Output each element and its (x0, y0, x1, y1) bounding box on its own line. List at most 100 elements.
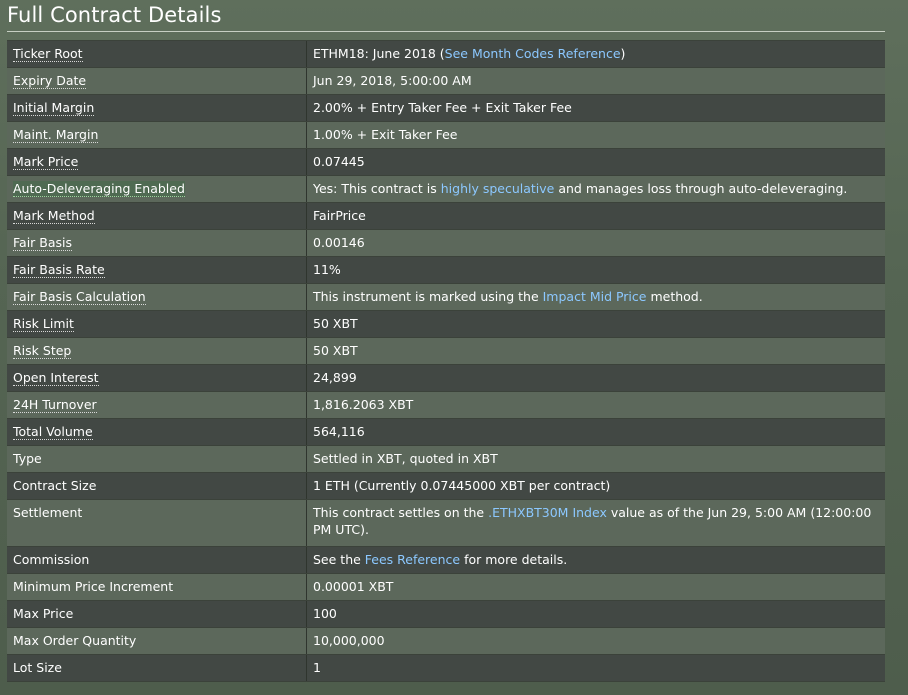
value-text-suffix: for more details. (460, 552, 568, 567)
row-label[interactable]: Fair Basis Calculation (13, 289, 146, 305)
settlement-index-link[interactable]: .ETHXBT30M Index (488, 505, 607, 520)
row-label[interactable]: Risk Step (13, 343, 72, 359)
row-label[interactable]: Maint. Margin (13, 127, 99, 143)
table-row: Total Volume 564,116 (7, 419, 885, 446)
row-label[interactable]: 24H Turnover (13, 397, 97, 413)
contract-details-table: Ticker Root ETHM18: June 2018 (See Month… (7, 40, 885, 682)
row-label-cell: Auto-Deleveraging Enabled (7, 176, 307, 202)
row-label: Contract Size (7, 473, 307, 499)
row-value: 1.00% + Exit Taker Fee (313, 127, 458, 142)
impact-mid-price-link[interactable]: Impact Mid Price (543, 289, 647, 304)
row-label-cell: Fair Basis Calculation (7, 284, 307, 310)
row-value: 10,000,000 (313, 633, 385, 648)
row-value: This instrument is marked using the Impa… (307, 284, 885, 310)
table-row: 24H Turnover 1,816.2063 XBT (7, 392, 885, 419)
row-label-cell: Risk Step (7, 338, 307, 364)
row-label[interactable]: Fair Basis Rate (13, 262, 105, 278)
table-row: Contract Size 1 ETH (Currently 0.0744500… (7, 473, 885, 500)
row-value: ETHM18: June 2018 (See Month Codes Refer… (307, 41, 885, 67)
table-row: Risk Step 50 XBT (7, 338, 885, 365)
row-label[interactable]: Mark Method (13, 208, 95, 224)
value-text: ETHM18: June 2018 ( (313, 46, 445, 61)
row-value: 2.00% + Entry Taker Fee + Exit Taker Fee (313, 100, 572, 115)
row-label-cell: Mark Method (7, 203, 307, 229)
row-label: Minimum Price Increment (7, 574, 307, 600)
table-row: Max Price 100 (7, 601, 885, 628)
value-text: Yes: This contract is (313, 181, 441, 196)
row-label-cell: Risk Limit (7, 311, 307, 337)
row-value: 0.00146 (313, 235, 365, 250)
row-label[interactable]: Expiry Date (13, 73, 87, 89)
table-row: Fair Basis Calculation This instrument i… (7, 284, 885, 311)
row-label-cell: Expiry Date (7, 68, 307, 94)
row-value: 50 XBT (313, 343, 358, 358)
row-label: Lot Size (7, 655, 307, 681)
table-row: Type Settled in XBT, quoted in XBT (7, 446, 885, 473)
row-label-cell: Maint. Margin (7, 122, 307, 148)
table-row: Expiry Date Jun 29, 2018, 5:00:00 AM (7, 68, 885, 95)
table-row: Max Order Quantity 10,000,000 (7, 628, 885, 655)
table-row: Settlement This contract settles on the … (7, 500, 885, 547)
page-title: Full Contract Details (7, 3, 222, 27)
row-label[interactable]: Ticker Root (13, 46, 83, 62)
row-label[interactable]: Open Interest (13, 370, 99, 386)
table-row: Fair Basis Rate 11% (7, 257, 885, 284)
row-label[interactable]: Total Volume (13, 424, 93, 440)
table-row: Ticker Root ETHM18: June 2018 (See Month… (7, 41, 885, 68)
row-value: 24,899 (313, 370, 357, 385)
row-label[interactable]: Mark Price (13, 154, 79, 170)
row-value: 1 ETH (Currently 0.07445000 XBT per cont… (313, 478, 611, 493)
highly-speculative-link[interactable]: highly speculative (441, 181, 555, 196)
row-label[interactable]: Auto-Deleveraging Enabled (13, 181, 185, 197)
row-label-cell: Ticker Root (7, 41, 307, 67)
row-value: 1 (313, 660, 321, 675)
table-row: Mark Method FairPrice (7, 203, 885, 230)
row-value: 0.07445 (313, 154, 365, 169)
row-label: Max Price (7, 601, 307, 627)
row-value: Jun 29, 2018, 5:00:00 AM (313, 73, 472, 88)
row-value: 50 XBT (313, 316, 358, 331)
row-label: Settlement (7, 500, 307, 546)
table-row: Lot Size 1 (7, 655, 885, 682)
table-row: Initial Margin 2.00% + Entry Taker Fee +… (7, 95, 885, 122)
value-text-suffix: and manages loss through auto-deleveragi… (554, 181, 848, 196)
table-row: Auto-Deleveraging Enabled Yes: This cont… (7, 176, 885, 203)
value-text: This instrument is marked using the (313, 289, 543, 304)
row-label-cell: 24H Turnover (7, 392, 307, 418)
fees-reference-link[interactable]: Fees Reference (365, 552, 460, 567)
row-value: Yes: This contract is highly speculative… (307, 176, 885, 202)
row-value: 564,116 (313, 424, 365, 439)
row-value: Settled in XBT, quoted in XBT (313, 451, 498, 466)
table-row: Minimum Price Increment 0.00001 XBT (7, 574, 885, 601)
row-label-cell: Fair Basis (7, 230, 307, 256)
row-label: Max Order Quantity (7, 628, 307, 654)
row-label: Commission (7, 547, 307, 573)
row-value: See the Fees Reference for more details. (307, 547, 885, 573)
row-label: Type (7, 446, 307, 472)
table-row: Risk Limit 50 XBT (7, 311, 885, 338)
row-label[interactable]: Risk Limit (13, 316, 74, 332)
row-value: 100 (313, 606, 337, 621)
value-text: See the (313, 552, 365, 567)
row-value: 0.00001 XBT (313, 579, 394, 594)
month-codes-link[interactable]: See Month Codes Reference (445, 46, 621, 61)
table-row: Mark Price 0.07445 (7, 149, 885, 176)
row-value: 11% (313, 262, 341, 277)
row-label[interactable]: Initial Margin (13, 100, 95, 116)
title-divider (7, 31, 885, 32)
row-value: FairPrice (313, 208, 366, 223)
row-label[interactable]: Fair Basis (13, 235, 73, 251)
row-label-cell: Open Interest (7, 365, 307, 391)
table-row: Open Interest 24,899 (7, 365, 885, 392)
row-label-cell: Fair Basis Rate (7, 257, 307, 283)
row-label-cell: Mark Price (7, 149, 307, 175)
row-value: This contract settles on the .ETHXBT30M … (307, 500, 885, 546)
value-text-suffix: ) (620, 46, 626, 61)
row-label-cell: Total Volume (7, 419, 307, 445)
row-label-cell: Initial Margin (7, 95, 307, 121)
value-text: This contract settles on the (313, 505, 489, 520)
table-row: Maint. Margin 1.00% + Exit Taker Fee (7, 122, 885, 149)
table-row: Fair Basis 0.00146 (7, 230, 885, 257)
row-value: 1,816.2063 XBT (313, 397, 414, 412)
value-text-suffix: method. (646, 289, 703, 304)
